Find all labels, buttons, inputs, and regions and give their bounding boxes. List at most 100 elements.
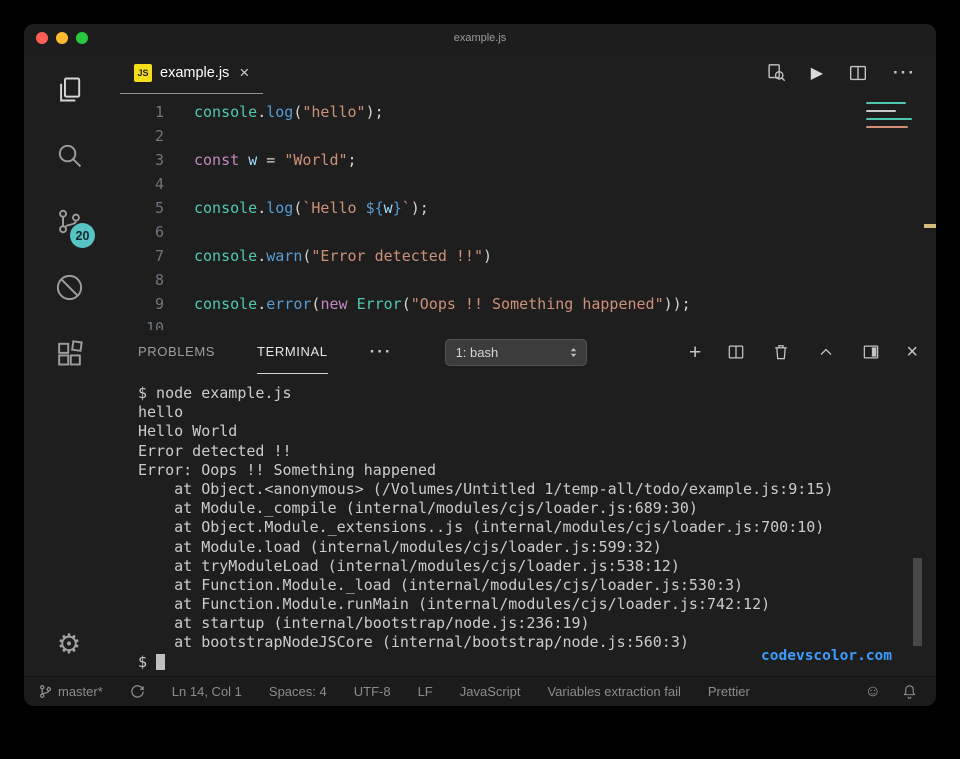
terminal-line: at Module.load (internal/modules/cjs/loa… [138,538,936,557]
panel-header: PROBLEMS TERMINAL ··· 1: bash + [114,330,936,374]
terminal-select-value: 1: bash [456,345,499,360]
code-line: 6 [114,220,936,244]
branch-label: master* [58,684,103,699]
javascript-file-icon: JS [134,64,152,82]
line-number: 6 [114,220,164,244]
terminal-line: Error: Oops !! Something happened [138,461,936,480]
close-window-button[interactable] [36,32,48,44]
branch-icon [38,684,53,699]
line-number: 1 [114,100,164,124]
terminal-line: at Object.Module._extensions..js (intern… [138,518,936,537]
git-branch-status[interactable]: master* [38,684,103,699]
code-line: 8 [114,268,936,292]
code-line: 2 [114,124,936,148]
sync-icon[interactable] [130,684,145,699]
new-terminal-icon[interactable]: + [689,342,701,363]
terminal-line: at Object.<anonymous> (/Volumes/Untitled… [138,480,936,499]
source-control-badge: 20 [70,223,95,248]
encoding-status[interactable]: UTF-8 [354,684,391,699]
editor-tab-bar: JS example.js × ▶ ··· [114,52,936,94]
terminal-line: at Function.Module._load (internal/modul… [138,576,936,595]
terminal-cursor [156,654,165,670]
source-control-icon[interactable]: 20 [52,204,86,238]
code-editor[interactable]: 1 console.log("hello"); 23 const w = "World… [114,94,936,330]
minimap[interactable] [866,102,922,130]
window-controls [36,32,88,44]
search-icon[interactable] [52,138,86,172]
activity-bar: 20 ⚙ [24,52,114,676]
line-content: console.error(new Error("Oops !! Somethi… [194,292,691,316]
split-terminal-icon[interactable] [726,342,746,362]
find-in-file-icon[interactable] [765,62,787,84]
terminal-line: at Module._compile (internal/modules/cjs… [138,499,936,518]
code-line: 5 console.log(`Hello ${w}`); [114,196,936,220]
panel-more-tabs-icon[interactable]: ··· [370,342,393,362]
tab-problems[interactable]: PROBLEMS [138,330,215,374]
line-number: 4 [114,172,164,196]
code-line: 9 console.error(new Error("Oops !! Someth… [114,292,936,316]
overview-ruler-marker [924,224,936,228]
debug-disabled-icon[interactable] [52,270,86,304]
editor-more-actions-icon[interactable]: ··· [893,63,916,83]
vscode-window: example.js 20 ⚙ [24,24,936,706]
terminal-line: at startup (internal/bootstrap/node.js:2… [138,614,936,633]
line-number: 3 [114,148,164,172]
window-title: example.js [454,32,507,44]
tab-example-js[interactable]: JS example.js × [120,52,263,94]
terminal-scrollbar[interactable] [913,558,922,646]
title-bar: example.js [24,24,936,52]
line-number: 10 [114,316,164,330]
prettier-status[interactable]: Prettier [708,684,750,699]
terminal-line: $ node example.js [138,384,936,403]
kill-terminal-icon[interactable] [771,342,791,362]
select-arrows-icon [567,345,580,360]
cursor-position-status[interactable]: Ln 14, Col 1 [172,684,242,699]
line-content: console.log(`Hello ${w}`); [194,196,429,220]
line-content: console.log("hello"); [194,100,384,124]
feedback-smiley-icon[interactable]: ☺ [865,683,881,701]
split-editor-icon[interactable] [847,62,869,84]
line-content: console.warn("Error detected !!") [194,244,492,268]
line-number: 2 [114,124,164,148]
extensions-icon[interactable] [52,336,86,370]
notifications-bell-icon[interactable] [901,683,918,700]
panel-layout-icon[interactable] [861,342,881,362]
terminal-output[interactable]: $ node example.jshelloHello WorldError d… [114,374,936,676]
line-number: 8 [114,268,164,292]
terminal-select[interactable]: 1: bash [445,339,587,366]
terminal-line: at tryModuleLoad (internal/modules/cjs/l… [138,557,936,576]
line-number: 9 [114,292,164,316]
status-bar: master* Ln 14, Col 1 Spaces: 4 UTF-8 LF … [24,676,936,706]
zoom-window-button[interactable] [76,32,88,44]
maximize-panel-icon[interactable] [816,342,836,362]
line-number: 7 [114,244,164,268]
line-content: const w = "World"; [194,148,357,172]
close-panel-icon[interactable]: × [906,342,918,362]
close-tab-icon[interactable]: × [239,64,249,81]
tab-label: example.js [160,65,229,81]
run-file-button[interactable]: ▶ [811,63,823,83]
terminal-line: Hello World [138,422,936,441]
panel-actions: + × [689,342,918,363]
code-line: 4 [114,172,936,196]
bottom-panel: PROBLEMS TERMINAL ··· 1: bash + [114,330,936,676]
code-lines: 1 console.log("hello"); 23 const w = "World… [114,100,936,330]
editor-actions: ▶ ··· [765,52,936,94]
terminal-line: Error detected !! [138,442,936,461]
explorer-icon[interactable] [52,72,86,106]
line-number: 5 [114,196,164,220]
watermark: codevscolor.com [761,648,892,664]
eol-status[interactable]: LF [418,684,433,699]
code-line: 7 console.warn("Error detected !!") [114,244,936,268]
code-line: 10 [114,316,936,330]
language-status[interactable]: JavaScript [460,684,521,699]
code-line: 3 const w = "World"; [114,148,936,172]
settings-gear-icon[interactable]: ⚙ [57,629,81,660]
extension-status[interactable]: Variables extraction fail [547,684,680,699]
terminal-line: hello [138,403,936,422]
code-line: 1 console.log("hello"); [114,100,936,124]
indentation-status[interactable]: Spaces: 4 [269,684,327,699]
minimize-window-button[interactable] [56,32,68,44]
terminal-line: at Function.Module.runMain (internal/mod… [138,595,936,614]
tab-terminal[interactable]: TERMINAL [257,330,328,374]
